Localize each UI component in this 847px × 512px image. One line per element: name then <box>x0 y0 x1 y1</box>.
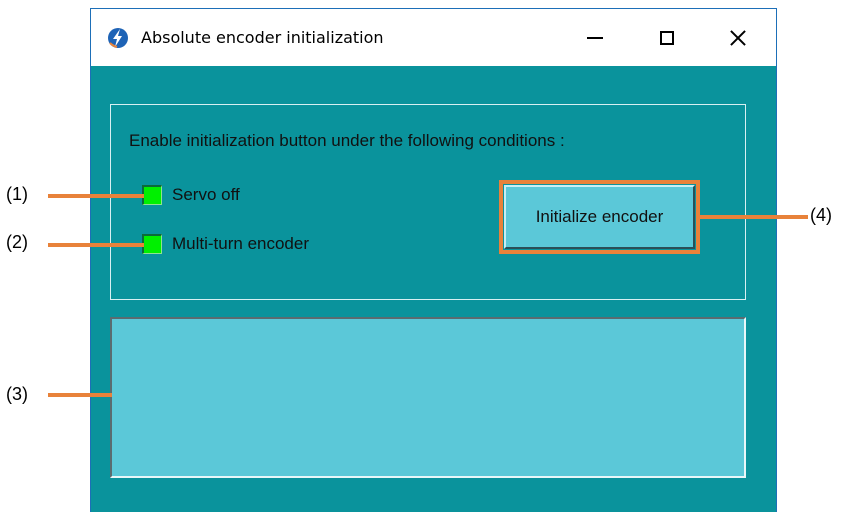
close-button[interactable] <box>715 9 761 66</box>
figure: Absolute encoder initialization Enable i… <box>0 0 847 512</box>
callout-4-line <box>696 215 808 219</box>
maximize-button[interactable] <box>644 9 690 66</box>
callout-1-line <box>48 194 144 198</box>
minimize-button[interactable] <box>572 9 618 66</box>
multi-turn-encoder-label: Multi-turn encoder <box>172 234 310 253</box>
multi-turn-encoder-indicator <box>142 234 162 254</box>
servo-off-indicator <box>142 185 162 205</box>
callout-3-line <box>48 393 112 397</box>
message-box <box>110 317 746 478</box>
maximize-icon <box>660 30 674 45</box>
close-icon <box>729 29 747 47</box>
callout-4-label: (4) <box>810 205 832 225</box>
servo-off-label: Servo off <box>172 185 240 204</box>
minimize-icon <box>587 36 603 39</box>
conditions-group: Enable initialization button under the f… <box>110 104 746 300</box>
conditions-heading: Enable initialization button under the f… <box>129 131 565 150</box>
callout-1-label: (1) <box>6 184 28 204</box>
application-window: Absolute encoder initialization Enable i… <box>90 8 777 512</box>
title-bar[interactable]: Absolute encoder initialization <box>91 9 776 66</box>
callout-2-label: (2) <box>6 232 28 252</box>
callout-2-line <box>48 243 144 247</box>
callout-3-label: (3) <box>6 384 28 404</box>
lightning-bolt-icon <box>108 28 128 48</box>
initialize-encoder-button[interactable]: Initialize encoder <box>504 185 695 249</box>
window-title: Absolute encoder initialization <box>141 28 384 47</box>
